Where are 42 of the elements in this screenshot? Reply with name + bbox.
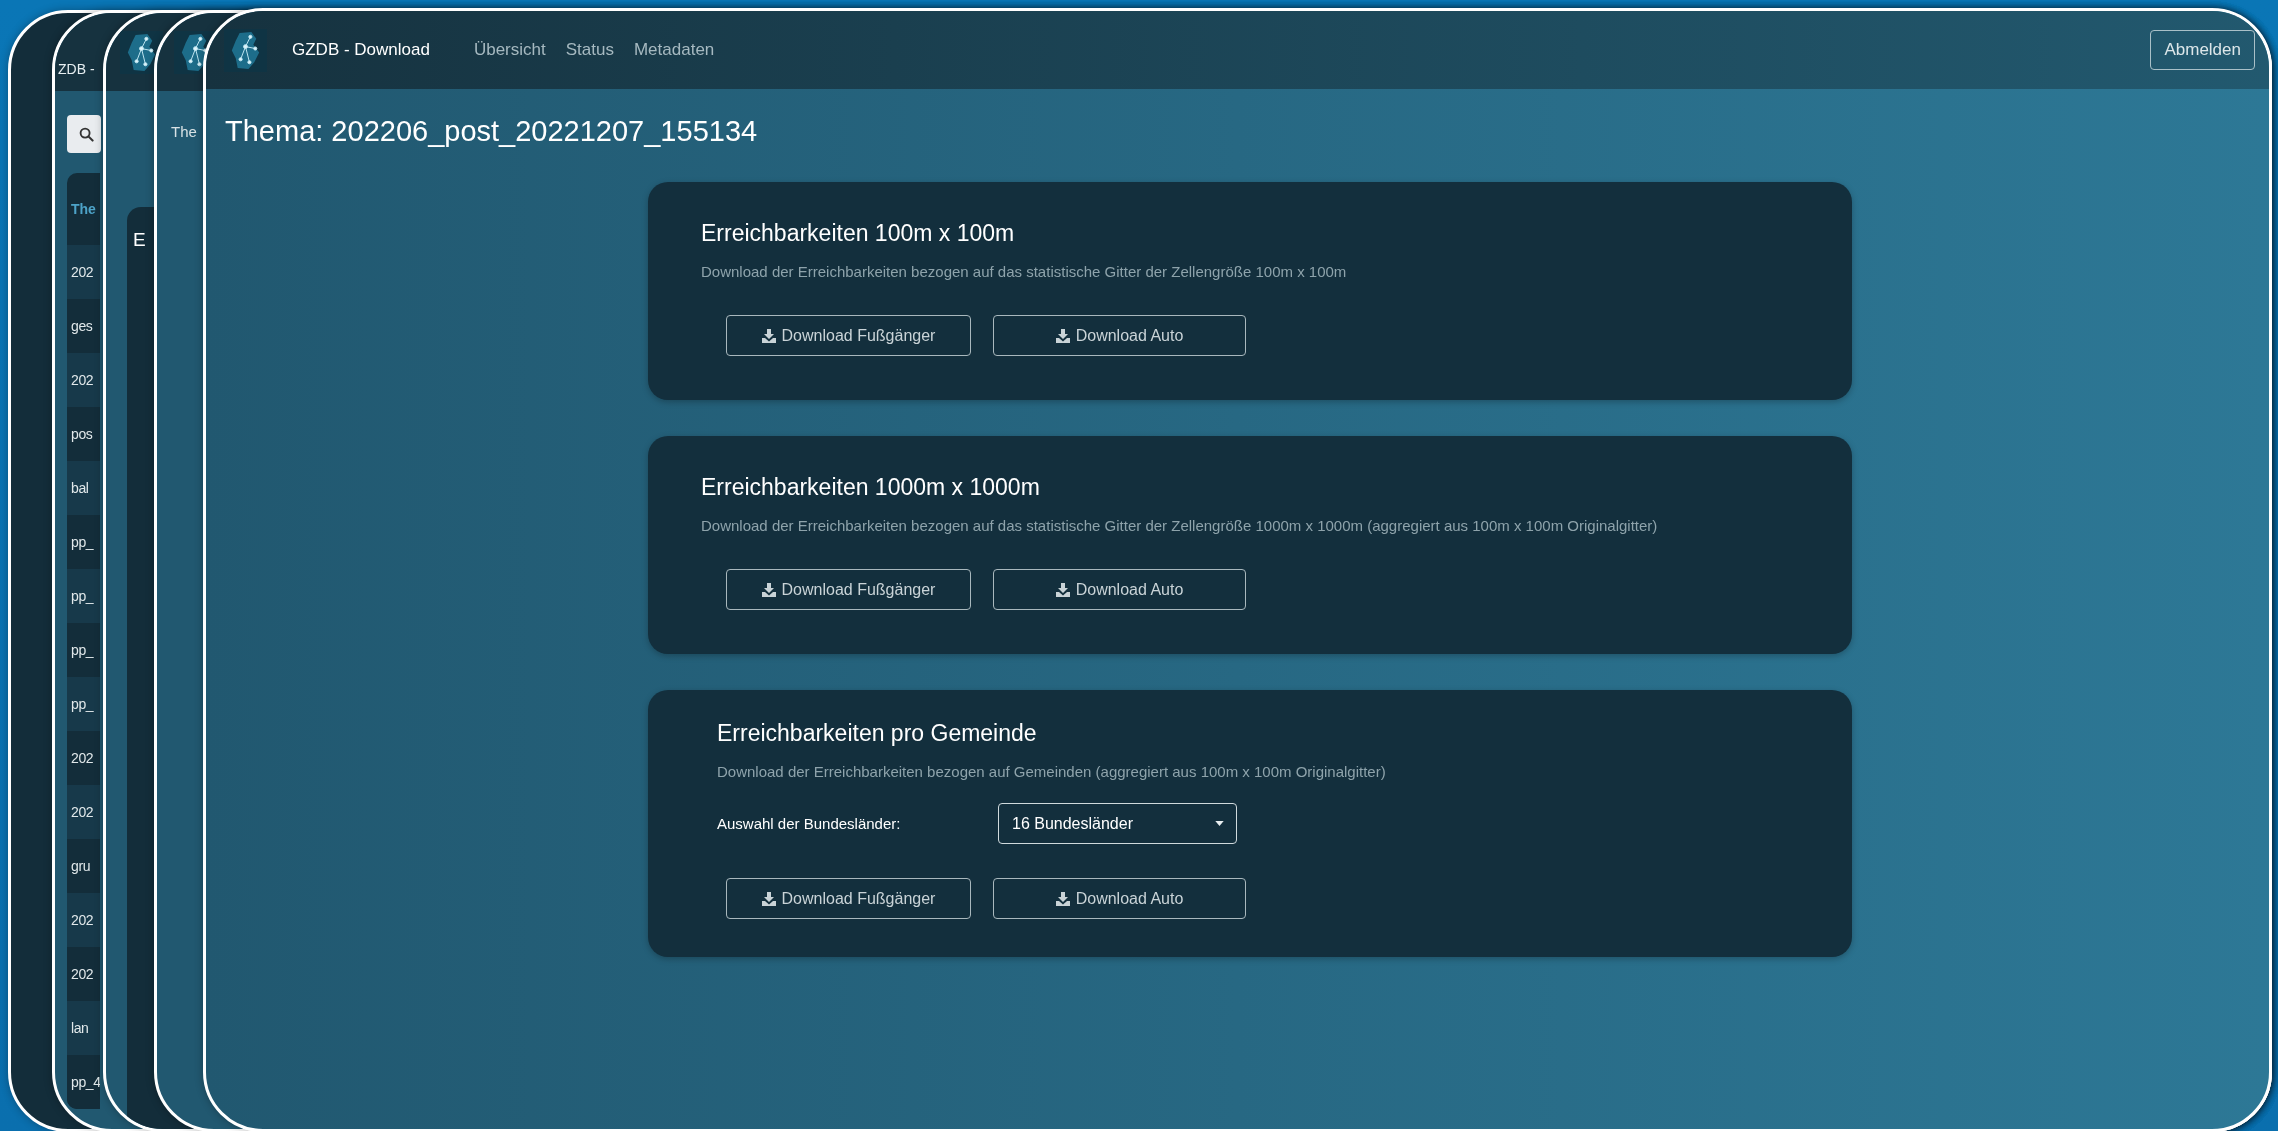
download-button[interactable]: Download Fußgänger [726,569,971,610]
card-title: E [133,229,146,250]
list-item[interactable]: 202 [67,353,100,407]
download-button[interactable]: Download Fußgänger [726,878,971,919]
list-item[interactable]: 202 [67,893,100,947]
nav-link[interactable]: Status [565,40,614,60]
list-item[interactable]: 202 [67,785,100,839]
map-network-icon [224,28,267,72]
download-icon [761,328,776,343]
caret-icon [1215,821,1224,826]
app-title: ZDB - [57,61,95,77]
app-title[interactable]: GZDB - Download [292,40,430,60]
download-icon [761,891,776,906]
card-title: Erreichbarkeiten 1000m x 1000m [701,474,1041,501]
list-item[interactable]: bal [67,461,100,515]
card-title: Erreichbarkeiten 100m x 100m [701,220,1016,247]
state-dropdown[interactable]: 16 Bundesländer [998,803,1237,844]
download-icon [1055,891,1070,906]
nav-link[interactable]: Übersicht [473,40,546,60]
download-button[interactable]: Download Auto [993,315,1246,356]
card-description: Download der Erreichbarkeiten bezogen auf das statistische Gitter der Zellengröße 1000m x 1000m (aggregiert aus 100m x 100m Originalgitter) [701,516,1659,536]
card-description: Download der Erreichbarkeiten bezogen auf das statistische Gitter der Zellengröße 100m x 100m [701,262,1348,282]
download-icon [1055,582,1070,597]
list-item[interactable]: 202 [67,245,100,299]
nav-link[interactable]: Metadaten [633,40,715,60]
search-field[interactable] [67,115,101,153]
search-icon [79,126,94,142]
select-label: Auswahl der Bundesländer: [717,815,902,832]
download-button[interactable]: Download Auto [993,569,1246,610]
download-icon [761,582,776,597]
list-item[interactable]: pp_ [67,677,100,731]
list-item[interactable]: lan [67,1001,100,1055]
page-heading: The [171,123,197,140]
list-item[interactable]: pp_ [67,569,100,623]
card-title: Erreichbarkeiten pro Gemeinde [717,720,1038,747]
logout-button[interactable]: Abmelden [2150,30,2255,70]
card-description: Download der Erreichbarkeiten bezogen auf Gemeinden (aggregiert aus 100m x 100m Originalgitter) [717,762,1387,782]
page-heading: Thema: 202206_post_20221207_155134 [225,115,759,148]
download-button[interactable]: Download Fußgänger [726,315,971,356]
download-button[interactable]: Download Auto [993,878,1246,919]
list-header: The [70,200,97,219]
download-icon [1055,328,1070,343]
